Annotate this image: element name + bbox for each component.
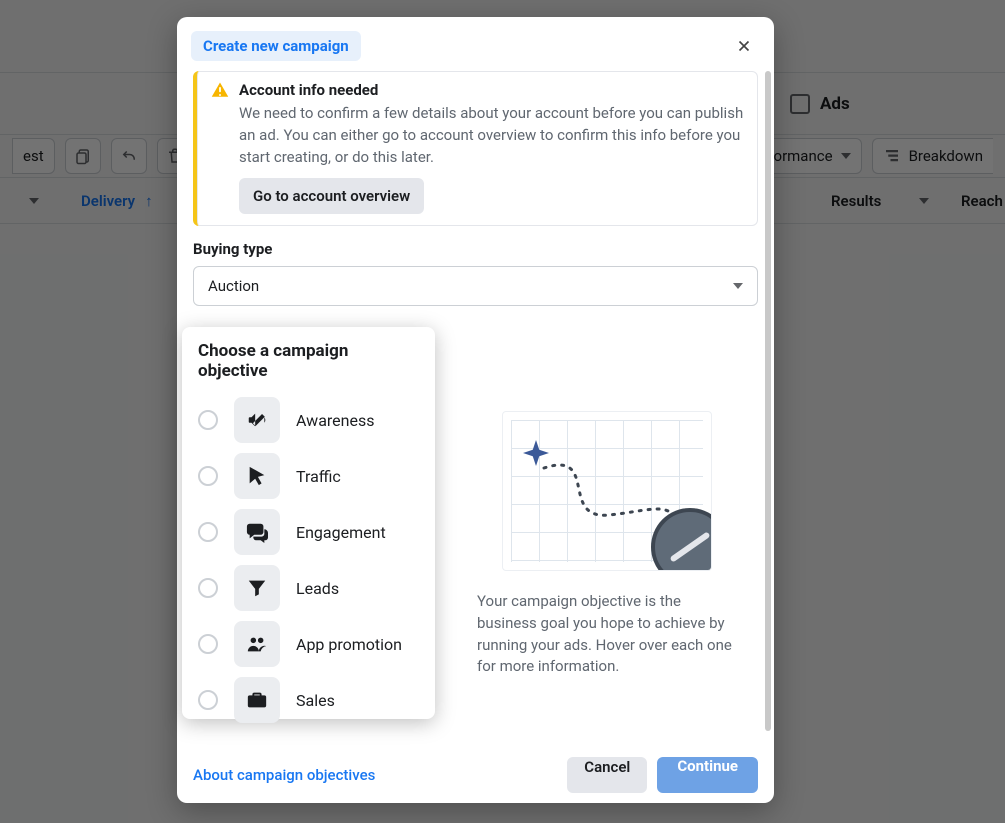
objective-title: Choose a campaign objective [198, 341, 419, 381]
chevron-down-icon [733, 283, 743, 289]
objective-traffic[interactable]: Traffic [198, 453, 419, 499]
objective-label: App promotion [296, 635, 402, 654]
cursor-icon-box [234, 453, 280, 499]
funnel-icon [246, 577, 268, 599]
people-icon-box [234, 621, 280, 667]
objective-label: Awareness [296, 411, 375, 430]
close-button[interactable] [730, 32, 758, 60]
funnel-icon-box [234, 565, 280, 611]
account-info-alert: Account info needed We need to confirm a… [193, 71, 758, 226]
buying-type-label: Buying type [193, 240, 758, 258]
radio[interactable] [198, 690, 218, 710]
radio[interactable] [198, 466, 218, 486]
objective-list-card: Choose a campaign objective Awareness Tra… [182, 327, 435, 719]
radio[interactable] [198, 634, 218, 654]
modal-footer: About campaign objectives Cancel Continu… [177, 745, 774, 803]
briefcase-icon-box [234, 677, 280, 723]
cancel-button[interactable]: Cancel [567, 757, 647, 793]
people-icon [246, 633, 268, 655]
buying-type-value: Auction [208, 277, 259, 295]
warning-icon [211, 81, 229, 99]
radio[interactable] [198, 410, 218, 430]
megaphone-icon [246, 409, 268, 431]
objective-info-panel: Your campaign objective is the business … [477, 411, 737, 678]
objective-sales[interactable]: Sales [198, 677, 419, 723]
scrollbar-thumb[interactable] [765, 71, 771, 731]
cursor-icon [246, 465, 268, 487]
objective-info-text: Your campaign objective is the business … [477, 591, 737, 678]
close-icon [735, 37, 753, 55]
objective-engagement[interactable]: Engagement [198, 509, 419, 555]
breadcrumb[interactable]: Create new campaign [191, 31, 361, 61]
map-illustration [502, 411, 712, 571]
about-objectives-link[interactable]: About campaign objectives [193, 766, 375, 784]
objective-label: Leads [296, 579, 339, 598]
radio[interactable] [198, 522, 218, 542]
objective-label: Traffic [296, 467, 341, 486]
alert-title: Account info needed [239, 81, 752, 99]
chat-icon-box [234, 509, 280, 555]
objective-leads[interactable]: Leads [198, 565, 419, 611]
go-account-overview-button[interactable]: Go to account overview [239, 178, 424, 214]
briefcase-icon [246, 689, 268, 711]
alert-body: We need to confirm a few details about y… [239, 103, 752, 168]
objective-label: Sales [296, 691, 335, 710]
objective-apppromotion[interactable]: App promotion [198, 621, 419, 667]
objective-awareness[interactable]: Awareness [198, 397, 419, 443]
continue-button[interactable]: Continue [657, 757, 758, 793]
chat-icon [246, 521, 268, 543]
radio[interactable] [198, 578, 218, 598]
megaphone-icon-box [234, 397, 280, 443]
buying-type-select[interactable]: Auction [193, 266, 758, 306]
modal-header: Create new campaign [177, 17, 774, 71]
objective-label: Engagement [296, 523, 386, 542]
